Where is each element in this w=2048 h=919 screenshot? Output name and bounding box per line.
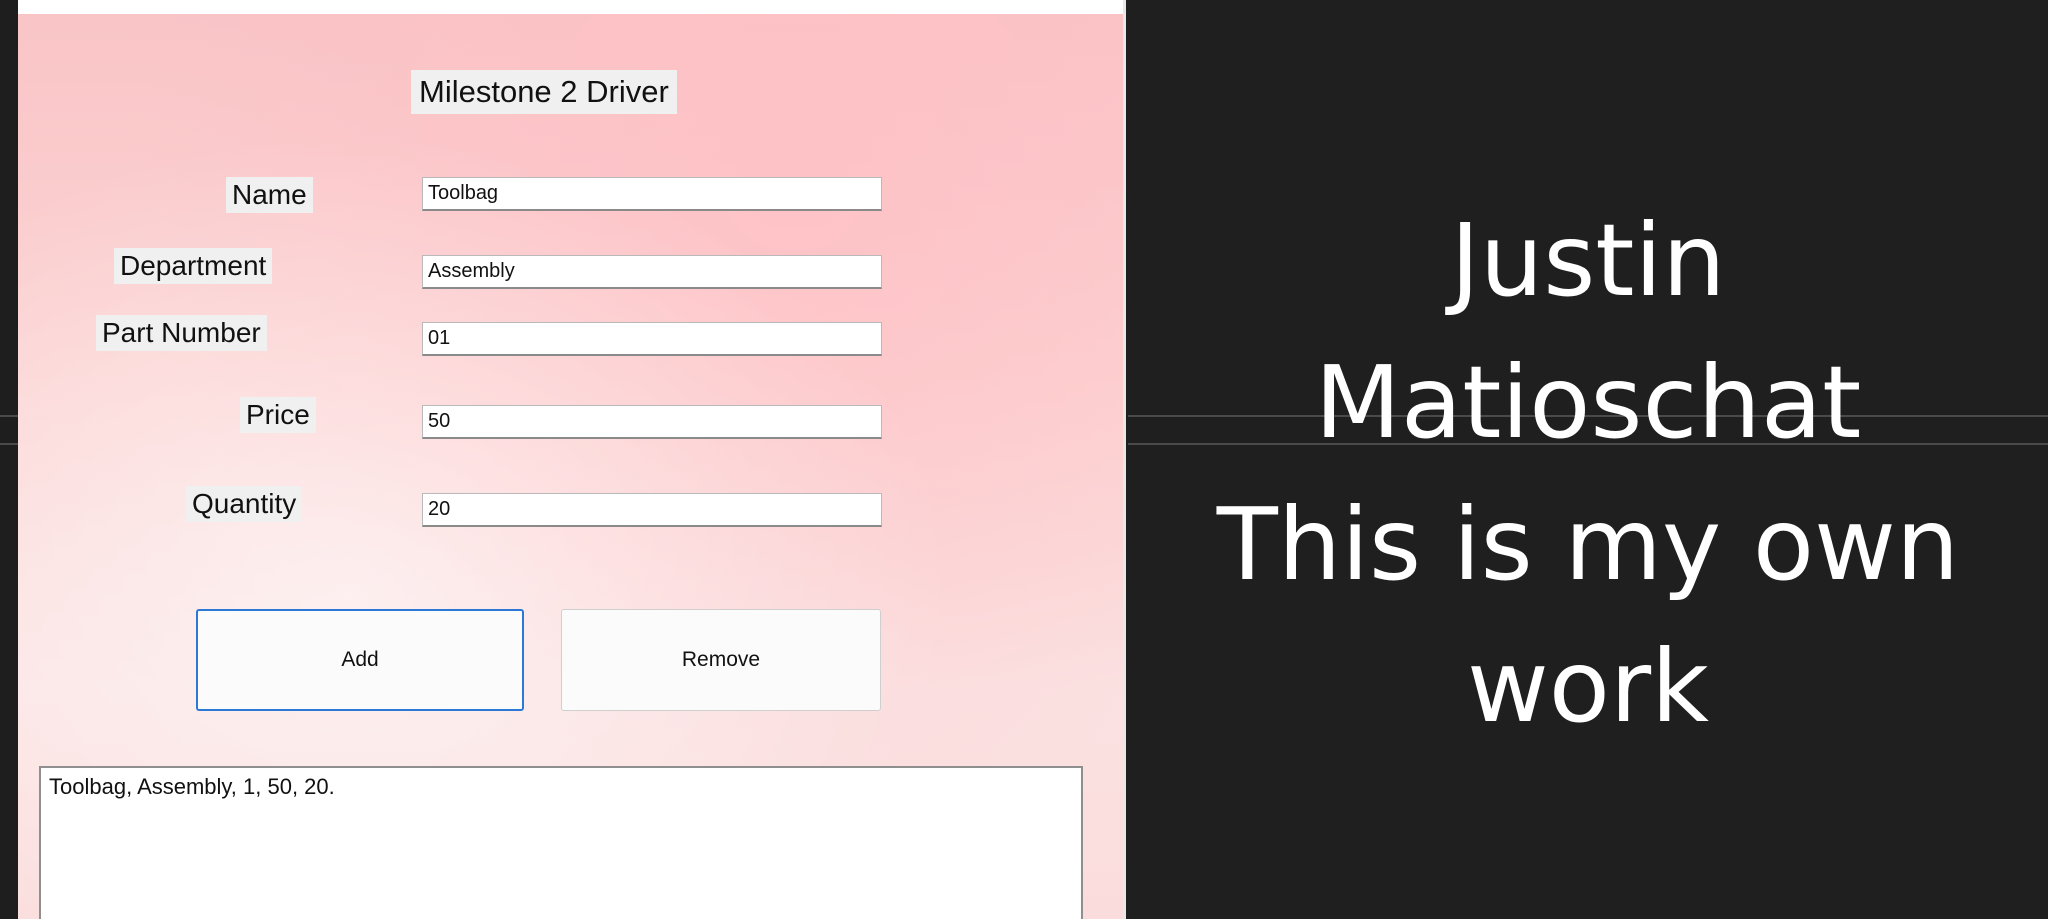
- screen: Milestone 2 Driver Name Department Part …: [0, 0, 2048, 919]
- price-field[interactable]: [422, 405, 882, 439]
- quantity-field[interactable]: [422, 493, 882, 527]
- caption-line-4: work: [1467, 628, 1709, 745]
- remove-button[interactable]: Remove: [561, 609, 881, 711]
- price-label: Price: [240, 397, 316, 433]
- guide-line: [0, 443, 18, 445]
- name-field[interactable]: [422, 177, 882, 211]
- part-number-field[interactable]: [422, 322, 882, 356]
- quantity-label: Quantity: [186, 486, 303, 522]
- output-textbox[interactable]: Toolbag, Assembly, 1, 50, 20.: [39, 766, 1083, 919]
- caption-line-3: This is my own: [1216, 486, 1960, 603]
- name-label: Name: [226, 177, 313, 213]
- window-right-edge: [1123, 0, 1126, 919]
- guide-line: [0, 415, 18, 417]
- form-title: Milestone 2 Driver: [411, 70, 677, 114]
- caption-line-2: Matioschat: [1314, 344, 1862, 461]
- left-dark-strip: [0, 0, 18, 919]
- add-button[interactable]: Add: [196, 609, 524, 711]
- author-caption: Justin Matioschat This is my own work: [1128, 190, 2048, 758]
- window-top-edge: [18, 0, 1126, 14]
- part-number-label: Part Number: [96, 315, 267, 351]
- department-field[interactable]: [422, 255, 882, 289]
- department-label: Department: [114, 248, 273, 284]
- caption-line-1: Justin: [1450, 202, 1726, 319]
- milestone-driver-window: Milestone 2 Driver Name Department Part …: [18, 0, 1126, 919]
